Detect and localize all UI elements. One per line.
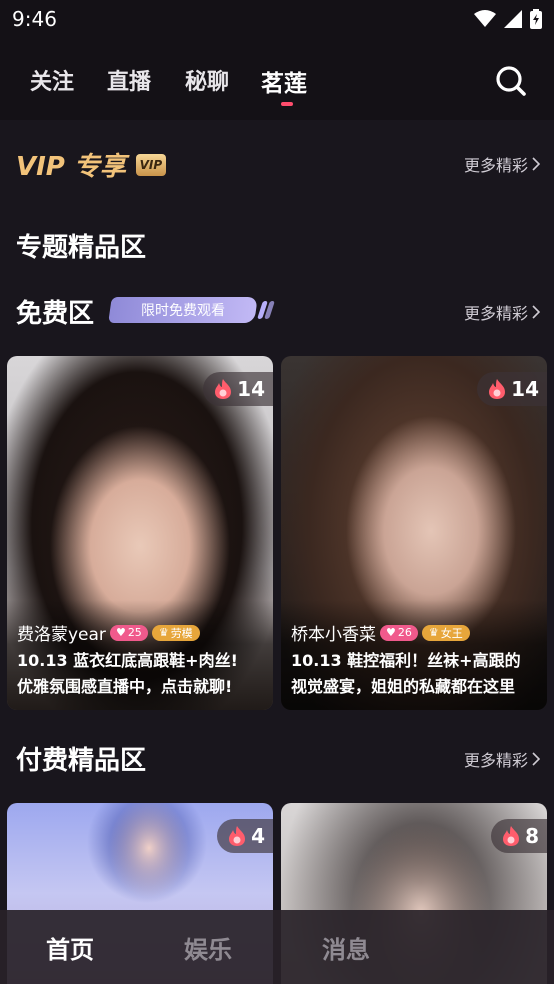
fire-icon <box>215 379 232 399</box>
free-stream-card[interactable]: 14 桥本小香菜 ♥ 26 ♛ 女王 10.13 鞋控福利！丝袜+高跟的 视觉盛… <box>281 356 547 710</box>
paid-more-link[interactable]: 更多精彩 <box>464 747 540 771</box>
top-nav: 关注 直播 秘聊 茗莲 <box>0 38 554 120</box>
streamer-name: 桥本小香菜 <box>291 625 376 645</box>
vip-more-link[interactable]: 更多精彩 <box>464 152 540 176</box>
level-value: 26 <box>397 626 412 639</box>
fire-icon <box>489 379 506 399</box>
stream-description: 10.13 蓝衣红底高跟鞋+肉丝! 优雅氛围感直播中，点击就聊! <box>17 648 265 700</box>
tab-private-chat[interactable]: 秘聊 <box>185 64 229 96</box>
crown-icon: ♛ <box>428 626 439 639</box>
role-badge: ♛ 女王 <box>421 624 470 641</box>
tab-minglian[interactable]: 茗莲 <box>261 64 307 98</box>
search-icon[interactable] <box>494 64 528 98</box>
popularity-badge: 4 <box>217 819 273 853</box>
popularity-count: 8 <box>525 824 539 848</box>
status-time: 9:46 <box>12 7 57 31</box>
status-bar: 9:46 <box>0 0 554 38</box>
description-line: 优雅氛围感直播中，点击就聊! <box>17 677 233 696</box>
vip-more-label: 更多精彩 <box>463 156 528 175</box>
fire-icon <box>503 826 520 846</box>
active-tab-indicator <box>281 102 293 106</box>
free-stream-card[interactable]: 14 费洛蒙year ♥ 25 ♛ 劳模 10.13 蓝衣红底高跟鞋+肉丝! 优… <box>7 356 273 710</box>
heart-icon: ♥ <box>115 626 126 639</box>
vip-badge-icon: VIP <box>135 153 166 176</box>
free-more-label: 更多精彩 <box>463 304 528 323</box>
paid-section-title: 付费精品区 <box>16 746 147 776</box>
free-limited-badge-label: 限时免费观看 <box>141 303 225 319</box>
vip-title: VIP 专享 <box>16 152 126 182</box>
wifi-icon <box>474 10 496 27</box>
free-more-link[interactable]: 更多精彩 <box>464 300 540 324</box>
chevron-right-icon <box>532 305 540 319</box>
card-user-row: 费洛蒙year ♥ 25 ♛ 劳模 <box>17 620 200 645</box>
level-badge: ♥ 25 <box>109 624 148 641</box>
bottom-nav: 首页 娱乐 消息 <box>0 910 554 984</box>
card-user-row: 桥本小香菜 ♥ 26 ♛ 女王 <box>291 620 470 645</box>
role-label: 女王 <box>440 626 463 640</box>
crown-icon: ♛ <box>158 626 169 639</box>
tab-live[interactable]: 直播 <box>107 64 151 96</box>
role-badge: ♛ 劳模 <box>151 624 200 641</box>
streamer-name: 费洛蒙year <box>17 625 106 645</box>
description-line: 视觉盛宴，姐姐的私藏都在这里 <box>291 677 516 696</box>
nav-home[interactable]: 首页 <box>46 930 94 965</box>
heart-icon: ♥ <box>386 626 396 639</box>
free-limited-badge: 限时免费观看 <box>108 297 258 323</box>
stream-description: 10.13 鞋控福利！丝袜+高跟的 视觉盛宴，姐姐的私藏都在这里 <box>291 648 539 700</box>
popularity-count: 14 <box>237 377 265 401</box>
card-info: 桥本小香菜 ♥ 26 ♛ 女王 10.13 鞋控福利！丝袜+高跟的 视觉盛宴，姐… <box>281 600 547 710</box>
popularity-badge: 8 <box>491 819 547 853</box>
nav-entertainment[interactable]: 娱乐 <box>184 930 232 965</box>
chevron-right-icon <box>532 752 540 766</box>
role-label: 劳模 <box>170 626 193 640</box>
paid-more-label: 更多精彩 <box>463 751 528 770</box>
free-section-title: 免费区 <box>16 299 95 329</box>
description-line: 10.13 蓝衣红底高跟鞋+肉丝! <box>17 651 238 670</box>
level-badge: ♥ 26 <box>380 624 418 641</box>
popularity-badge: 14 <box>477 372 547 406</box>
card-info: 费洛蒙year ♥ 25 ♛ 劳模 10.13 蓝衣红底高跟鞋+肉丝! 优雅氛围… <box>7 600 273 710</box>
vip-section-header: VIP 专享 VIP <box>16 146 166 183</box>
topic-section-title: 专题精品区 <box>16 233 147 263</box>
nav-messages[interactable]: 消息 <box>322 930 370 965</box>
fire-icon <box>229 826 246 846</box>
popularity-badge: 14 <box>203 372 273 406</box>
description-line: 10.13 鞋控福利！丝袜+高跟的 <box>291 651 521 670</box>
status-icons <box>474 9 542 29</box>
popularity-count: 14 <box>511 377 539 401</box>
level-value: 25 <box>127 626 142 639</box>
popularity-count: 4 <box>251 824 265 848</box>
signal-icon <box>504 10 522 28</box>
chevron-right-icon <box>532 157 540 171</box>
tab-follow[interactable]: 关注 <box>30 64 74 96</box>
battery-icon <box>530 9 542 29</box>
